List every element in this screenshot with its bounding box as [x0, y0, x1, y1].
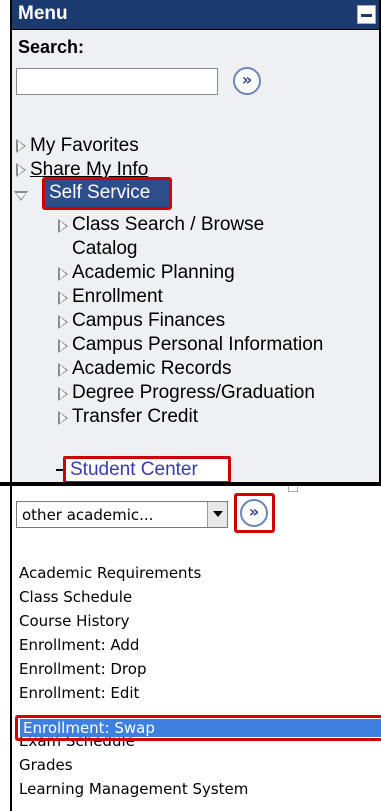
- go-button[interactable]: »: [240, 499, 268, 527]
- list-item-enrollment-swap[interactable]: Enrollment: Swap: [15, 715, 381, 741]
- expand-arrow-icon[interactable]: [58, 267, 68, 281]
- menu-item-academic-records[interactable]: Academic Records: [72, 358, 231, 380]
- menu-title: Menu: [18, 3, 68, 24]
- select-value: other academic...: [22, 506, 154, 524]
- list-item[interactable]: Learning Management System: [19, 777, 248, 801]
- collapse-arrow-icon[interactable]: [14, 191, 28, 201]
- academic-select[interactable]: other academic...: [16, 501, 228, 528]
- collapse-menu-button[interactable]: [357, 5, 376, 24]
- list-item[interactable]: Course History: [19, 609, 248, 633]
- expand-arrow-icon[interactable]: [58, 387, 68, 401]
- menu-item-campus-personal-info[interactable]: Campus Personal Information: [72, 334, 323, 356]
- menu-panel: Menu Search: » My Favorites Share My Inf…: [10, 0, 381, 482]
- menu-item-academic-planning[interactable]: Academic Planning: [72, 262, 235, 284]
- self-service-label: Self Service: [49, 182, 151, 203]
- options-list: Academic Requirements Class Schedule Cou…: [19, 561, 248, 801]
- menu-item-class-search[interactable]: Class Search / Browse: [72, 214, 264, 236]
- menu-header: Menu: [12, 0, 379, 30]
- list-item[interactable]: Enrollment: Edit: [19, 681, 248, 705]
- menu-item-degree-progress[interactable]: Degree Progress/Graduation: [72, 382, 315, 404]
- expand-arrow-icon[interactable]: [58, 219, 68, 233]
- expand-arrow-icon[interactable]: [16, 139, 26, 153]
- expand-arrow-icon[interactable]: [58, 291, 68, 305]
- expand-arrow-icon[interactable]: [58, 363, 68, 377]
- corner-fragment-icon: [288, 486, 298, 492]
- menu-item-my-favorites[interactable]: My Favorites: [30, 135, 139, 157]
- go-button-highlight[interactable]: »: [234, 493, 275, 533]
- dropdown-panel: other academic... » Academic Requirement…: [10, 486, 381, 811]
- menu-item-self-service[interactable]: Self Service: [42, 177, 172, 210]
- menu-item-enrollment[interactable]: Enrollment: [72, 286, 163, 308]
- menu-item-catalog[interactable]: Catalog: [72, 238, 138, 260]
- search-input[interactable]: [16, 68, 218, 95]
- list-item[interactable]: Grades: [19, 753, 248, 777]
- search-label: Search:: [18, 37, 85, 57]
- expand-arrow-icon[interactable]: [58, 339, 68, 353]
- student-center-label: Student Center: [70, 459, 198, 480]
- list-item[interactable]: Enrollment: Add: [19, 633, 248, 657]
- menu-item-student-center[interactable]: Student Center: [63, 456, 231, 482]
- enrollment-swap-label: Enrollment: Swap: [23, 719, 155, 737]
- dropdown-arrow-icon[interactable]: [207, 502, 227, 527]
- expand-arrow-icon[interactable]: [58, 411, 68, 425]
- menu-item-transfer-credit[interactable]: Transfer Credit: [72, 406, 198, 428]
- expand-arrow-icon[interactable]: [58, 315, 68, 329]
- search-go-button[interactable]: »: [233, 67, 261, 95]
- list-item[interactable]: Academic Requirements: [19, 561, 248, 585]
- list-item[interactable]: Class Schedule: [19, 585, 248, 609]
- menu-item-campus-finances[interactable]: Campus Finances: [72, 310, 225, 332]
- list-item[interactable]: Enrollment: Drop: [19, 657, 248, 681]
- expand-arrow-icon[interactable]: [16, 163, 26, 177]
